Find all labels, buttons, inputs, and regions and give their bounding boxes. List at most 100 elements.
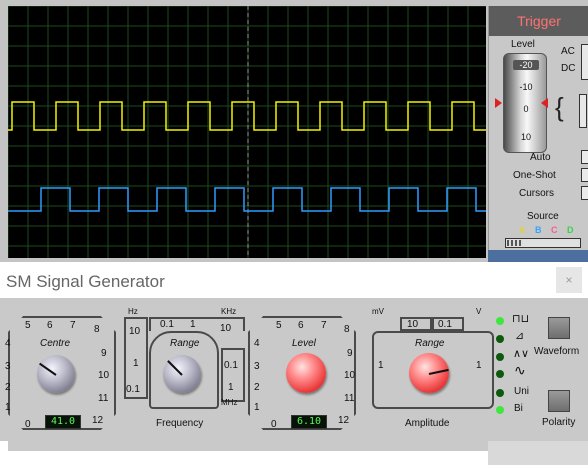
triangle-wave-icon[interactable]: ∧∨ bbox=[513, 347, 529, 360]
level-scale-7: 7 bbox=[321, 320, 327, 331]
freq-range-right-1: 1 bbox=[228, 382, 234, 393]
bottom-strip bbox=[0, 441, 588, 465]
freq-range-top-1: 1 bbox=[190, 319, 196, 330]
level-label: Level bbox=[292, 338, 316, 349]
level-tick: 10 bbox=[520, 132, 531, 142]
amplitude-caption: Amplitude bbox=[405, 418, 450, 429]
centre-scale-0: 0 bbox=[25, 419, 31, 430]
centre-scale-11: 11 bbox=[98, 393, 109, 404]
source-c[interactable]: C bbox=[551, 225, 558, 235]
edge-brace-icon: { bbox=[555, 92, 564, 122]
source-a[interactable]: A bbox=[519, 225, 526, 235]
oscilloscope: Trigger Level -20 -10 0 10 AC DC { Auto … bbox=[0, 0, 588, 262]
level-scale-8: 8 bbox=[344, 324, 350, 335]
waveform-button[interactable] bbox=[548, 317, 570, 339]
close-button[interactable]: × bbox=[556, 267, 582, 293]
freq-range-left-10: 10 bbox=[129, 326, 141, 337]
generator-window-title: SM Signal Generator bbox=[6, 272, 165, 291]
panel-bottom-edge bbox=[8, 441, 488, 451]
source-d[interactable]: D bbox=[567, 225, 574, 235]
centre-scale-1: 1 bbox=[5, 402, 11, 413]
waveform-led-triangle bbox=[496, 353, 504, 361]
level-scale-1: 1 bbox=[254, 402, 260, 413]
centre-scale-7: 7 bbox=[70, 320, 76, 331]
edge-switch[interactable] bbox=[579, 94, 587, 128]
source-b[interactable]: B bbox=[535, 225, 542, 235]
level-scale-9: 9 bbox=[347, 348, 353, 359]
centre-scale-2: 2 bbox=[5, 382, 11, 393]
centre-scale-10: 10 bbox=[98, 370, 110, 381]
freq-range-right-box bbox=[221, 348, 245, 402]
scope-screen bbox=[8, 6, 486, 258]
amp-range-top-10: 10 bbox=[407, 319, 419, 330]
level-scale-11: 11 bbox=[344, 393, 355, 404]
level-pointer-left-icon bbox=[495, 98, 502, 108]
centre-scale-5: 5 bbox=[25, 320, 31, 331]
ac-dc-switch[interactable] bbox=[581, 44, 588, 80]
amp-unit-v: V bbox=[476, 307, 482, 316]
centre-label: Centre bbox=[40, 338, 71, 349]
centre-scale-3: 3 bbox=[5, 361, 11, 372]
freq-unit-mhz: MHz bbox=[221, 398, 238, 407]
centre-scale-4: 4 bbox=[5, 338, 11, 349]
generator-panel: 5 6 7 8 4 3 2 1 0 9 10 11 12 Centre 41.0… bbox=[5, 298, 588, 441]
corner-region bbox=[488, 441, 588, 465]
auto-label: Auto bbox=[530, 152, 551, 163]
ac-label: AC bbox=[561, 46, 575, 57]
cursors-button[interactable] bbox=[581, 186, 588, 200]
app-root: Trigger Level -20 -10 0 10 AC DC { Auto … bbox=[0, 0, 588, 465]
cursors-label: Cursors bbox=[519, 188, 555, 199]
level-tick: -10 bbox=[519, 82, 533, 92]
oneshot-button[interactable] bbox=[581, 168, 588, 182]
level-scale-4: 4 bbox=[254, 338, 260, 349]
amp-unit-mv: mV bbox=[372, 307, 384, 316]
freq-range-left-1: 1 bbox=[133, 358, 139, 369]
square-wave-icon[interactable]: ⊓⊔ bbox=[512, 312, 529, 325]
amp-range-left-1: 1 bbox=[378, 360, 384, 371]
generator-title-bar: SM Signal Generator × bbox=[0, 262, 588, 298]
scope-trace-area bbox=[8, 6, 486, 258]
sine-wave-icon[interactable]: ∿ bbox=[514, 363, 526, 379]
frequency-caption: Frequency bbox=[156, 418, 204, 429]
waveform-led-sawtooth bbox=[496, 335, 504, 343]
level-display: 6.10 bbox=[291, 415, 327, 429]
level-scale-3: 3 bbox=[254, 361, 260, 372]
level-tick: 0 bbox=[523, 104, 529, 114]
source-label: Source bbox=[527, 211, 559, 222]
freq-range-right-0.1: 0.1 bbox=[224, 360, 238, 371]
level-scale-2: 2 bbox=[254, 382, 260, 393]
freq-range-top-0.1: 0.1 bbox=[160, 319, 174, 330]
signal-generator: 5 6 7 8 4 3 2 1 0 9 10 11 12 Centre 41.0… bbox=[0, 298, 588, 465]
bi-label: Bi bbox=[514, 403, 523, 414]
uni-led bbox=[496, 389, 504, 397]
auto-button[interactable] bbox=[581, 150, 588, 164]
centre-scale-8: 8 bbox=[94, 324, 100, 335]
trigger-panel: Trigger Level -20 -10 0 10 AC DC { Auto … bbox=[488, 6, 588, 262]
source-slider-thumb[interactable] bbox=[507, 240, 523, 246]
waveform-led-square bbox=[496, 317, 504, 325]
level-scale-12: 12 bbox=[338, 415, 350, 426]
polarity-label: Polarity bbox=[542, 417, 576, 428]
freq-range-label: Range bbox=[170, 338, 200, 349]
amp-range-right-1: 1 bbox=[476, 360, 482, 371]
source-slider[interactable] bbox=[505, 238, 581, 248]
waveform-label: Waveform bbox=[534, 346, 580, 357]
dc-label: DC bbox=[561, 63, 576, 74]
polarity-button[interactable] bbox=[548, 390, 570, 412]
sawtooth-wave-icon[interactable]: ⊿ bbox=[515, 329, 524, 342]
level-scale-0: 0 bbox=[271, 419, 277, 430]
centre-scale-6: 6 bbox=[47, 320, 53, 331]
level-scale-10: 10 bbox=[344, 370, 356, 381]
freq-range-top-10: 10 bbox=[220, 323, 232, 334]
freq-unit-khz: KHz bbox=[221, 307, 237, 316]
level-label: Level bbox=[511, 39, 535, 50]
level-knob[interactable] bbox=[286, 353, 326, 393]
channel-b-trace bbox=[8, 187, 486, 212]
level-pointer-right-icon bbox=[541, 98, 548, 108]
centre-scale-12: 12 bbox=[92, 415, 104, 426]
trigger-title: Trigger bbox=[489, 6, 588, 36]
level-scale-6: 6 bbox=[298, 320, 304, 331]
waveform-led-sine bbox=[496, 370, 504, 378]
level-tick: -20 bbox=[513, 60, 539, 70]
amp-range-label: Range bbox=[415, 338, 445, 349]
